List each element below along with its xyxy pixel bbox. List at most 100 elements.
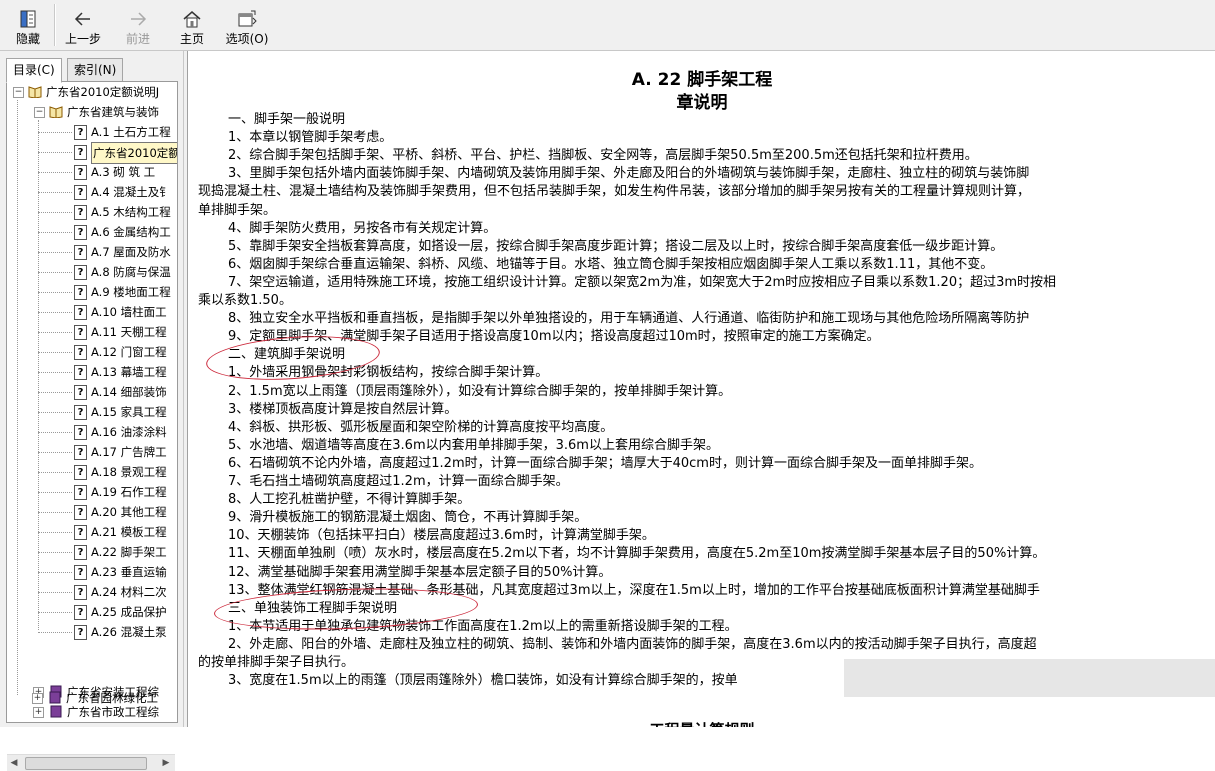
tree-item-label: A.4 混凝土及钅 — [91, 185, 171, 199]
tree-item-label: A.5 木结构工程 — [91, 205, 171, 219]
tree-item-label: A.6 金属结构工 — [91, 225, 171, 239]
tab-contents[interactable]: 目录(C) — [6, 58, 62, 83]
help-topic-icon: ? — [74, 265, 87, 280]
document-line: 4、斜板、拱形板、弧形板屋面和架空阶梯的计算高度按平均高度。 — [228, 419, 614, 435]
open-book-icon — [49, 106, 63, 118]
tree-item-label: A.26 混凝土泵 — [91, 625, 167, 639]
tree-guide-line — [38, 452, 72, 453]
tree-item-label: A.9 楼地面工程 — [91, 285, 171, 299]
home-button[interactable]: 主页 — [172, 2, 212, 48]
tree-item-label: A.16 油漆涂料 — [91, 425, 167, 439]
scrollbar-thumb[interactable] — [25, 757, 147, 770]
tree-guide-line — [38, 572, 72, 573]
toolbar-separator — [54, 4, 56, 46]
tree-guide-line — [38, 532, 72, 533]
forward-label: 前进 — [125, 32, 150, 46]
help-topic-icon: ? — [74, 465, 87, 480]
tree-item-label: A.18 景观工程 — [91, 465, 167, 479]
open-book-icon — [28, 86, 42, 98]
tree-item-label: A.25 成品保护 — [91, 605, 167, 619]
options-button[interactable]: 选项(O) — [222, 2, 272, 48]
collapse-icon[interactable]: − — [13, 87, 24, 98]
help-topic-icon: ? — [74, 385, 87, 400]
document-line: 一、脚手架一般说明 — [228, 112, 346, 127]
tree-item-label: A.20 其他工程 — [91, 505, 167, 519]
collapse-icon[interactable]: − — [34, 107, 45, 118]
hide-button[interactable]: 隐藏 — [6, 2, 50, 48]
tree-guide-line — [17, 100, 18, 695]
help-topic-icon: ? — [74, 225, 87, 240]
help-topic-icon: ? — [74, 445, 87, 460]
help-topic-icon: ? — [74, 545, 87, 560]
document-line: 11、天棚面单独刷（喷）灰水时，楼层高度在5.2m以下者，均不计算脚手架费用，高… — [228, 546, 1046, 562]
help-topic-icon: ? — [74, 165, 87, 180]
help-topic-icon: ? — [74, 325, 87, 340]
document-line: 6、烟囱脚手架综合垂直运输架、斜桥、风缆、地锚等于目。水塔、独立筒仓脚手架按相应… — [228, 256, 994, 272]
scroll-left-icon[interactable]: ◀ — [7, 757, 21, 769]
tree-item-label: 广东省2010定额 — [91, 142, 177, 164]
help-topic-icon: ? — [74, 525, 87, 540]
tree-item-label: A.3 砌 筑 工 — [91, 165, 156, 179]
help-topic-icon: ? — [74, 345, 87, 360]
document-line: 的按单排脚手架子目执行。 — [198, 655, 355, 670]
help-topic-icon: ? — [74, 625, 87, 640]
document-line: 8、独立安全水平挡板和垂直挡板，是指脚手架以外单独搭设的，用于车辆通道、人行通道… — [228, 311, 1030, 327]
home-icon — [183, 11, 201, 28]
document-line: 3、楼梯顶板高度计算是按自然层计算。 — [228, 401, 458, 417]
tree-guide-line — [38, 632, 72, 633]
tab-index[interactable]: 索引(N) — [67, 58, 124, 82]
help-topic-icon: ? — [74, 305, 87, 320]
tree-guide-line — [38, 432, 72, 433]
tree-item-label: 广东省建筑与装饰 — [67, 105, 159, 119]
help-topic-icon: ? — [74, 585, 87, 600]
help-topic-icon: ? — [74, 245, 87, 260]
tree-item-label: A.21 模板工程 — [91, 525, 167, 539]
tree-item-label: A.7 屋面及防水 — [91, 245, 171, 259]
tree-guide-line — [38, 132, 72, 133]
help-topic-icon: ? — [74, 145, 87, 160]
back-label: 上一步 — [64, 32, 101, 46]
help-topic-icon: ? — [74, 425, 87, 440]
tree-item-label: A.22 脚手架工 — [91, 545, 167, 559]
document-line: 2、1.5m宽以上雨篷（顶层雨篷除外），如没有计算综合脚手架的，按单排脚手架计算… — [228, 383, 732, 399]
document-line: 3、宽度在1.5m以上的雨篷（顶层雨篷除外）檐口装饰，如没有计算综合脚手架的，按… — [228, 673, 738, 689]
help-topic-icon: ? — [74, 605, 87, 620]
tree-item-label: A.8 防腐与保温 — [91, 265, 171, 279]
forward-arrow-icon — [131, 12, 147, 26]
document-line: 7、毛石挡土墙砌筑高度超过1.2m，计算一面综合脚手架。 — [228, 474, 569, 489]
tree-item-label: A.17 广告牌工 — [91, 445, 167, 459]
back-button[interactable]: 上一步 — [60, 2, 106, 48]
tree-guide-line — [38, 332, 72, 333]
document-line: 2、综合脚手架包括脚手架、平桥、斜桥、平台、护栏、挡脚板、安全网等，高层脚手架5… — [228, 148, 978, 164]
tree-item-label: 广东省园林绿化工 — [66, 691, 158, 705]
expand-icon[interactable]: + — [33, 707, 44, 718]
next-section-title: 工程量计算规则 — [188, 719, 1215, 727]
tree-guide-line — [38, 612, 72, 613]
tree-guide-line — [38, 172, 72, 173]
page-title: A. 22 脚手架工程 — [631, 70, 773, 90]
tree-item-label: A.23 垂直运输 — [91, 565, 167, 579]
expand-icon[interactable]: + — [32, 693, 43, 704]
tree-guide-line — [38, 212, 72, 213]
tree-guide-line — [38, 412, 72, 413]
tree-item-label: A.11 天棚工程 — [91, 325, 167, 339]
tree-item-label: A.12 门窗工程 — [91, 345, 167, 359]
tree-guide-line — [38, 120, 39, 630]
document-line: 7、架空运输道，适用特殊施工环境，按施工组织设计计算。定额以架宽2m为准，如架宽… — [228, 274, 1057, 290]
tree-guide-line — [38, 552, 72, 553]
scroll-right-icon[interactable]: ▶ — [159, 757, 173, 769]
closed-book-icon — [49, 691, 61, 704]
document-line: 9、滑升模板施工的钢筋混凝土烟囱、筒仓，不再计算脚手架。 — [228, 510, 588, 526]
tree-guide-line — [38, 292, 72, 293]
help-topic-icon: ? — [74, 405, 87, 420]
contents-tree: − 广东省2010定额说明J − 广东省建筑与装饰 ? A.1 土石方工程? 广东省… — [6, 81, 178, 723]
tree-item-label: A.15 家具工程 — [91, 405, 167, 419]
horizontal-scrollbar[interactable]: ◀ ▶ — [7, 754, 175, 771]
document-line: 10、天棚装饰（包括抹平扫白）楼层高度超过3.6m时，计算满堂脚手架。 — [228, 528, 655, 544]
tree-guide-line — [38, 352, 72, 353]
overlay-box — [844, 659, 1215, 697]
document-line: 4、脚手架防火费用，另按各市有关规定计算。 — [228, 220, 497, 236]
back-arrow-icon — [74, 12, 90, 26]
document-view: A. 22 脚手架工程 章说明 一、脚手架一般说明 1、本章以钢管脚手架考虑。 2、… — [187, 51, 1215, 727]
forward-button[interactable]: 前进 — [116, 2, 160, 48]
